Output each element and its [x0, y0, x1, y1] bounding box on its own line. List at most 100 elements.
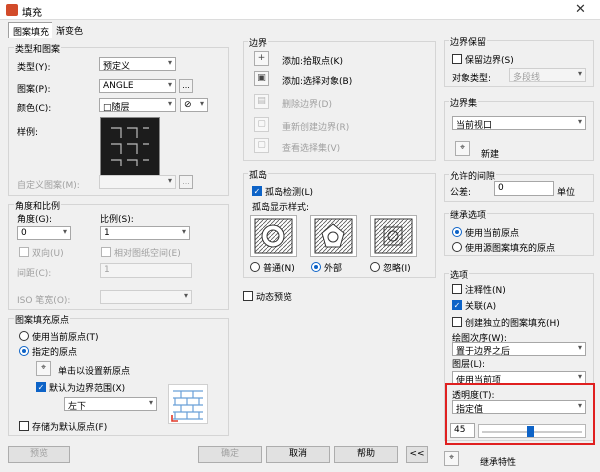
- origin-position-select[interactable]: 左下 ▾: [64, 397, 157, 411]
- recreate-boundary-icon: ▢: [257, 119, 266, 129]
- use-current-origin-radio[interactable]: [19, 331, 29, 341]
- type-label: 类型(Y):: [17, 63, 51, 73]
- retain-boundary-label: 保留边界(S): [465, 56, 514, 66]
- island-ignore-radio[interactable]: [370, 262, 380, 272]
- chevron-down-icon: ▾: [167, 99, 172, 108]
- color-select[interactable]: □随层 ▾: [99, 98, 176, 112]
- remove-boundary-button[interactable]: ▤: [254, 94, 269, 109]
- help-button[interactable]: 帮助: [334, 446, 398, 463]
- plus-icon: +: [257, 53, 266, 63]
- chevron-down-icon: ▾: [577, 117, 582, 126]
- iso-pen-select[interactable]: ▾: [100, 290, 192, 304]
- double-label: 双向(U): [32, 249, 64, 259]
- transparency-slider[interactable]: [478, 424, 586, 438]
- view-selection-button[interactable]: ▢: [254, 138, 269, 153]
- store-default-checkbox[interactable]: [19, 421, 29, 431]
- title-bar: 填充 ✕: [0, 0, 600, 20]
- ok-button[interactable]: 确定: [198, 446, 262, 463]
- gap-title: 允许的间隙: [449, 169, 497, 182]
- angle-select[interactable]: 0 ▾: [17, 226, 71, 240]
- draw-order-select[interactable]: 置于边界之后 ▾: [452, 342, 586, 356]
- tolerance-label: 公差:: [450, 188, 472, 198]
- chevron-down-icon: ▾: [577, 69, 582, 78]
- pattern-browse-button[interactable]: ...: [179, 79, 193, 93]
- recreate-boundary-label: 重新创建边界(R): [282, 123, 350, 133]
- retain-boundary-checkbox[interactable]: [452, 54, 462, 64]
- dynamic-preview-checkbox[interactable]: [243, 291, 253, 301]
- chevron-down-icon: ▾: [199, 99, 204, 108]
- transparency-value-field[interactable]: 45: [450, 423, 475, 438]
- chevron-down-icon: ▾: [577, 401, 582, 410]
- island-normal-image[interactable]: [250, 215, 297, 257]
- scale-label: 比例(S):: [100, 215, 134, 225]
- associative-label: 关联(A): [465, 302, 497, 312]
- tab-gradient[interactable]: 渐变色: [52, 22, 88, 38]
- island-outer-icon: [314, 218, 353, 254]
- dynamic-preview-label: 动态预览: [256, 293, 293, 303]
- scale-select[interactable]: 1 ▾: [100, 226, 190, 240]
- tolerance-unit-label: 单位: [557, 188, 576, 198]
- type-select[interactable]: 预定义 ▾: [99, 57, 176, 71]
- use-current-origin-label: 使用当前原点(T): [32, 333, 99, 343]
- select-objects-icon: ▣: [257, 73, 266, 83]
- origin-preview-image: [168, 384, 208, 424]
- default-extent-checkbox[interactable]: ✓: [36, 382, 46, 392]
- slider-thumb[interactable]: [527, 426, 534, 437]
- inherit-current-origin-radio[interactable]: [452, 227, 462, 237]
- island-detect-checkbox[interactable]: ✓: [252, 186, 262, 196]
- separate-hatch-label: 创建独立的图案填充(H): [465, 319, 560, 329]
- chevron-down-icon: ▾: [577, 372, 582, 381]
- chevron-down-icon: ▾: [167, 176, 172, 185]
- set-origin-button[interactable]: ⌖: [36, 361, 51, 376]
- relative-paper-checkbox[interactable]: [101, 247, 111, 257]
- custom-pattern-select[interactable]: ▾: [99, 175, 176, 189]
- collapse-button[interactable]: <<: [406, 446, 428, 463]
- spacing-field[interactable]: 1: [100, 263, 192, 278]
- island-outer-image[interactable]: [310, 215, 357, 257]
- options-title: 选项: [449, 268, 470, 281]
- annotative-checkbox[interactable]: [452, 284, 462, 294]
- preview-button[interactable]: 预览: [8, 446, 70, 463]
- island-outer-radio[interactable]: [311, 262, 321, 272]
- separate-hatch-checkbox[interactable]: [452, 317, 462, 327]
- close-icon[interactable]: ✕: [575, 2, 586, 17]
- remove-boundary-label: 删除边界(D): [282, 100, 332, 110]
- cancel-button[interactable]: 取消: [266, 446, 330, 463]
- tab-pattern-fill[interactable]: 图案填充: [8, 22, 55, 38]
- island-normal-radio[interactable]: [250, 262, 260, 272]
- chevron-down-icon: ▾: [183, 291, 188, 300]
- inherit-source-origin-radio[interactable]: [452, 242, 462, 252]
- pattern-select[interactable]: ANGLE ▾: [99, 79, 176, 93]
- view-selection-icon: ▢: [257, 140, 266, 150]
- new-boundary-set-button[interactable]: ⌖: [455, 141, 470, 156]
- transparency-mode-select[interactable]: 指定值 ▾: [452, 400, 586, 414]
- inherit-icon: ⌖: [448, 453, 455, 463]
- custom-pattern-browse-button[interactable]: ...: [179, 175, 193, 189]
- type-pattern-title: 类型和图案: [14, 42, 62, 55]
- pick-points-button[interactable]: +: [254, 51, 269, 66]
- inherit-properties-button[interactable]: ⌖: [444, 451, 459, 466]
- sample-label: 样例:: [17, 128, 39, 138]
- recreate-boundary-button[interactable]: ▢: [254, 117, 269, 132]
- pattern-swatch[interactable]: [100, 117, 160, 177]
- tolerance-field[interactable]: 0: [494, 181, 554, 196]
- island-outer-label: 外部: [324, 264, 343, 274]
- view-selection-label: 查看选择集(V): [282, 144, 341, 154]
- associative-checkbox[interactable]: ✓: [452, 300, 462, 310]
- double-checkbox[interactable]: [19, 247, 29, 257]
- app-icon: [6, 4, 18, 16]
- select-objects-label: 添加:选择对象(B): [282, 77, 353, 87]
- chevron-down-icon: ▾: [577, 343, 582, 352]
- default-extent-label: 默认为边界范围(X): [49, 384, 126, 394]
- select-objects-button[interactable]: ▣: [254, 71, 269, 86]
- store-default-label: 存储为默认原点(F): [32, 423, 108, 433]
- boundary-set-select[interactable]: 当前视口 ▾: [452, 116, 586, 130]
- island-ignore-image[interactable]: [370, 215, 417, 257]
- iso-pen-label: ISO 笔宽(O):: [17, 296, 71, 306]
- object-type-select[interactable]: 多段线 ▾: [509, 68, 586, 82]
- hatch-origin-title: 图案填充原点: [14, 313, 71, 326]
- island-ignore-icon: [374, 218, 413, 254]
- specified-origin-radio[interactable]: [19, 346, 29, 356]
- background-color-select[interactable]: ⊘ ▾: [180, 98, 208, 112]
- boundary-title: 边界: [248, 36, 269, 49]
